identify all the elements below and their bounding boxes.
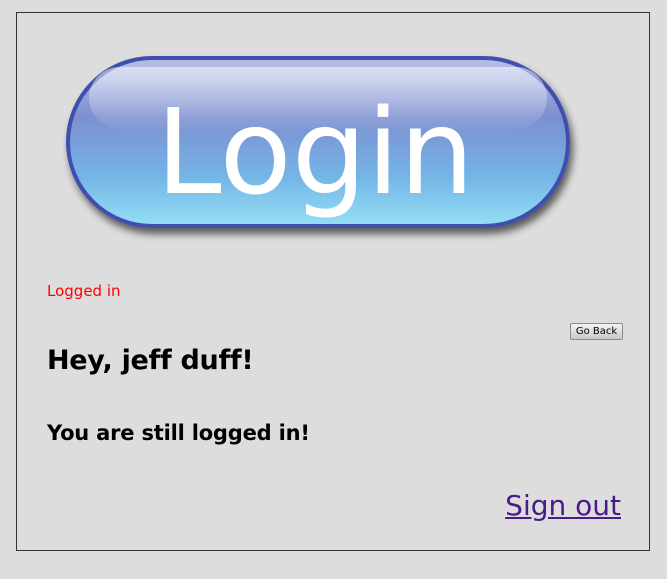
sign-out-link[interactable]: Sign out	[505, 489, 621, 522]
login-banner: Login	[66, 56, 570, 228]
login-status-text: Logged in	[47, 282, 121, 300]
login-banner-text: Login	[156, 83, 474, 221]
go-back-button[interactable]: Go Back	[570, 323, 623, 340]
main-panel: Login Logged in Go Back Hey, jeff duff! …	[16, 12, 650, 551]
still-logged-in-message: You are still logged in!	[47, 421, 310, 445]
greeting-heading: Hey, jeff duff!	[47, 345, 254, 376]
